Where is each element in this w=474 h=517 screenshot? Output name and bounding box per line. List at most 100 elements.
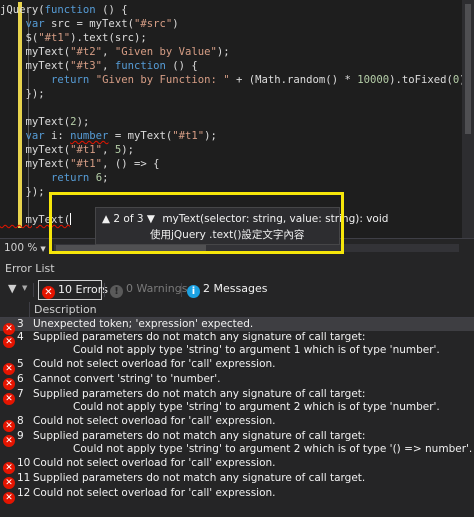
column-header-row: Description	[0, 302, 474, 318]
code-token: myText(	[0, 60, 71, 72]
code-token: + (Math.random() *	[229, 74, 358, 86]
code-token: "#t3"	[70, 60, 103, 72]
code-token: );	[204, 130, 217, 142]
code-token: "Given by Value"	[114, 46, 217, 58]
code-token: );	[76, 116, 90, 128]
error-number: 10	[17, 457, 31, 469]
code-token: "#t1"	[172, 130, 205, 142]
code-token: myText(	[0, 116, 71, 128]
code-line[interactable]: return "Given by Function: " + (Math.ran…	[0, 73, 472, 87]
error-number: 6	[17, 373, 24, 385]
code-token: $(	[0, 32, 39, 44]
code-token: });	[0, 88, 45, 100]
error-row[interactable]: ✕ 3 Unexpected token; 'expression' expecte…	[0, 318, 474, 335]
error-row[interactable]: ✕ 12 Could not select overload for 'call' …	[0, 487, 474, 504]
error-circle-icon: ✕	[3, 492, 15, 504]
error-number: 9	[17, 430, 24, 442]
error-description: Could not select overload for 'call' exp…	[33, 415, 276, 427]
error-row-icon-wrap: ✕	[3, 332, 18, 348]
code-token: = myText(	[108, 130, 173, 142]
code-line[interactable]: var i: number = myText("#t1");	[0, 129, 217, 143]
code-token: )	[172, 18, 179, 30]
code-token: );	[121, 144, 134, 156]
code-line[interactable]: });	[0, 185, 45, 199]
code-token: "#t1"	[70, 144, 103, 156]
error-description: Could not select overload for 'call' exp…	[33, 358, 276, 370]
error-row[interactable]: ✕ 11 Supplied parameters do not match any …	[0, 472, 474, 489]
error-circle-icon: ✕	[3, 435, 15, 447]
code-token: function	[44, 4, 96, 16]
error-number: 7	[17, 388, 24, 400]
code-token: number	[70, 130, 109, 142]
error-row[interactable]: ✕ 8 Could not select overload for 'call' e…	[0, 415, 474, 432]
code-token: () {	[165, 60, 198, 72]
error-row[interactable]: ✕ 7 Supplied parameters do not match any s…	[0, 388, 474, 415]
column-divider	[29, 302, 30, 318]
description-column-header[interactable]: Description	[34, 303, 97, 316]
error-row[interactable]: ✕ 10 Could not select overload for 'call' …	[0, 457, 474, 474]
scrollbar-thumb[interactable]	[465, 4, 471, 134]
code-token: });	[0, 186, 45, 198]
chevron-down-icon[interactable]: ▼	[22, 284, 27, 292]
code-token: 10000	[357, 74, 390, 86]
error-description: Supplied parameters do not match any sig…	[33, 331, 440, 356]
code-token: var	[25, 130, 45, 142]
code-token: var	[25, 18, 45, 30]
error-circle-icon: ✕	[3, 393, 15, 405]
editor-vertical-scrollbar[interactable]	[462, 0, 474, 238]
error-row-icon-wrap: ✕	[3, 431, 18, 447]
code-line[interactable]: myText("#t1", 5);	[0, 143, 134, 157]
code-line[interactable]: var src = myText("#src")	[0, 17, 179, 31]
toolbar-divider	[181, 283, 182, 297]
code-token: ,	[102, 46, 115, 58]
code-token: src = myText(	[44, 18, 134, 30]
errors-filter-button[interactable]: ✕ 10 Errors	[38, 280, 108, 300]
messages-count-label: 2 Messages	[203, 282, 268, 295]
code-token: myText(	[0, 158, 71, 170]
zoom-dropdown[interactable]: 100 % ▼	[4, 241, 48, 256]
filter-icon[interactable]: ▼	[8, 282, 16, 295]
panel-title: Error List	[5, 262, 55, 275]
info-icon: i	[187, 285, 200, 298]
error-row[interactable]: ✕ 9 Supplied parameters do not match any s…	[0, 430, 474, 457]
error-description: Could not select overload for 'call' exp…	[33, 457, 276, 469]
code-token: myText(	[0, 46, 71, 58]
code-token: return	[51, 172, 90, 184]
code-line[interactable]: return 6;	[0, 171, 108, 185]
code-token: () {	[95, 4, 128, 16]
error-list-toolbar: ▼ ▼ ✕ 10 Errors ! 0 Warnings i2 Messages	[0, 278, 474, 302]
code-token: "#t1"	[38, 32, 71, 44]
error-description: Supplied parameters do not match any sig…	[33, 472, 366, 484]
code-token: "#src"	[133, 18, 173, 30]
error-circle-icon: ✕	[3, 336, 15, 348]
code-token: "#t2"	[70, 46, 103, 58]
code-token: myText(	[0, 144, 71, 156]
code-line[interactable]: jQuery(function () {	[0, 3, 128, 17]
code-line[interactable]: myText("#t3", function () {	[0, 59, 198, 73]
code-line[interactable]: });	[0, 87, 45, 101]
code-line[interactable]: myText("#t2", "Given by Value");	[0, 45, 230, 59]
code-token: ).text(src);	[70, 32, 147, 44]
code-line[interactable]: myText(2);	[0, 115, 90, 129]
error-row[interactable]: ✕ 4 Supplied parameters do not match any s…	[0, 331, 474, 358]
messages-filter-button[interactable]: i2 Messages	[184, 280, 273, 300]
highlight-box	[49, 192, 344, 254]
error-list-panel: Error List ▼ ▼ ✕ 10 Errors ! 0 Warnings i2…	[0, 258, 474, 517]
code-line[interactable]: myText("#t1", () => {	[0, 157, 160, 171]
errors-count-label: 10 Errors	[58, 283, 109, 296]
error-number: 12	[17, 487, 31, 499]
code-token: ).toFixed(	[389, 74, 453, 86]
code-token: "#t1"	[70, 158, 103, 170]
error-row[interactable]: ✕ 6 Cannot convert 'string' to 'number'.	[0, 373, 474, 390]
error-number: 5	[17, 358, 24, 370]
error-row[interactable]: ✕ 5 Could not select overload for 'call' e…	[0, 358, 474, 375]
error-description: Cannot convert 'string' to 'number'.	[33, 373, 221, 385]
error-number: 3	[17, 318, 24, 330]
code-line[interactable]: $("#t1").text(src);	[0, 31, 147, 45]
error-description: Could not select overload for 'call' exp…	[33, 487, 276, 499]
code-token: ,	[102, 144, 115, 156]
code-token: return	[51, 74, 90, 86]
